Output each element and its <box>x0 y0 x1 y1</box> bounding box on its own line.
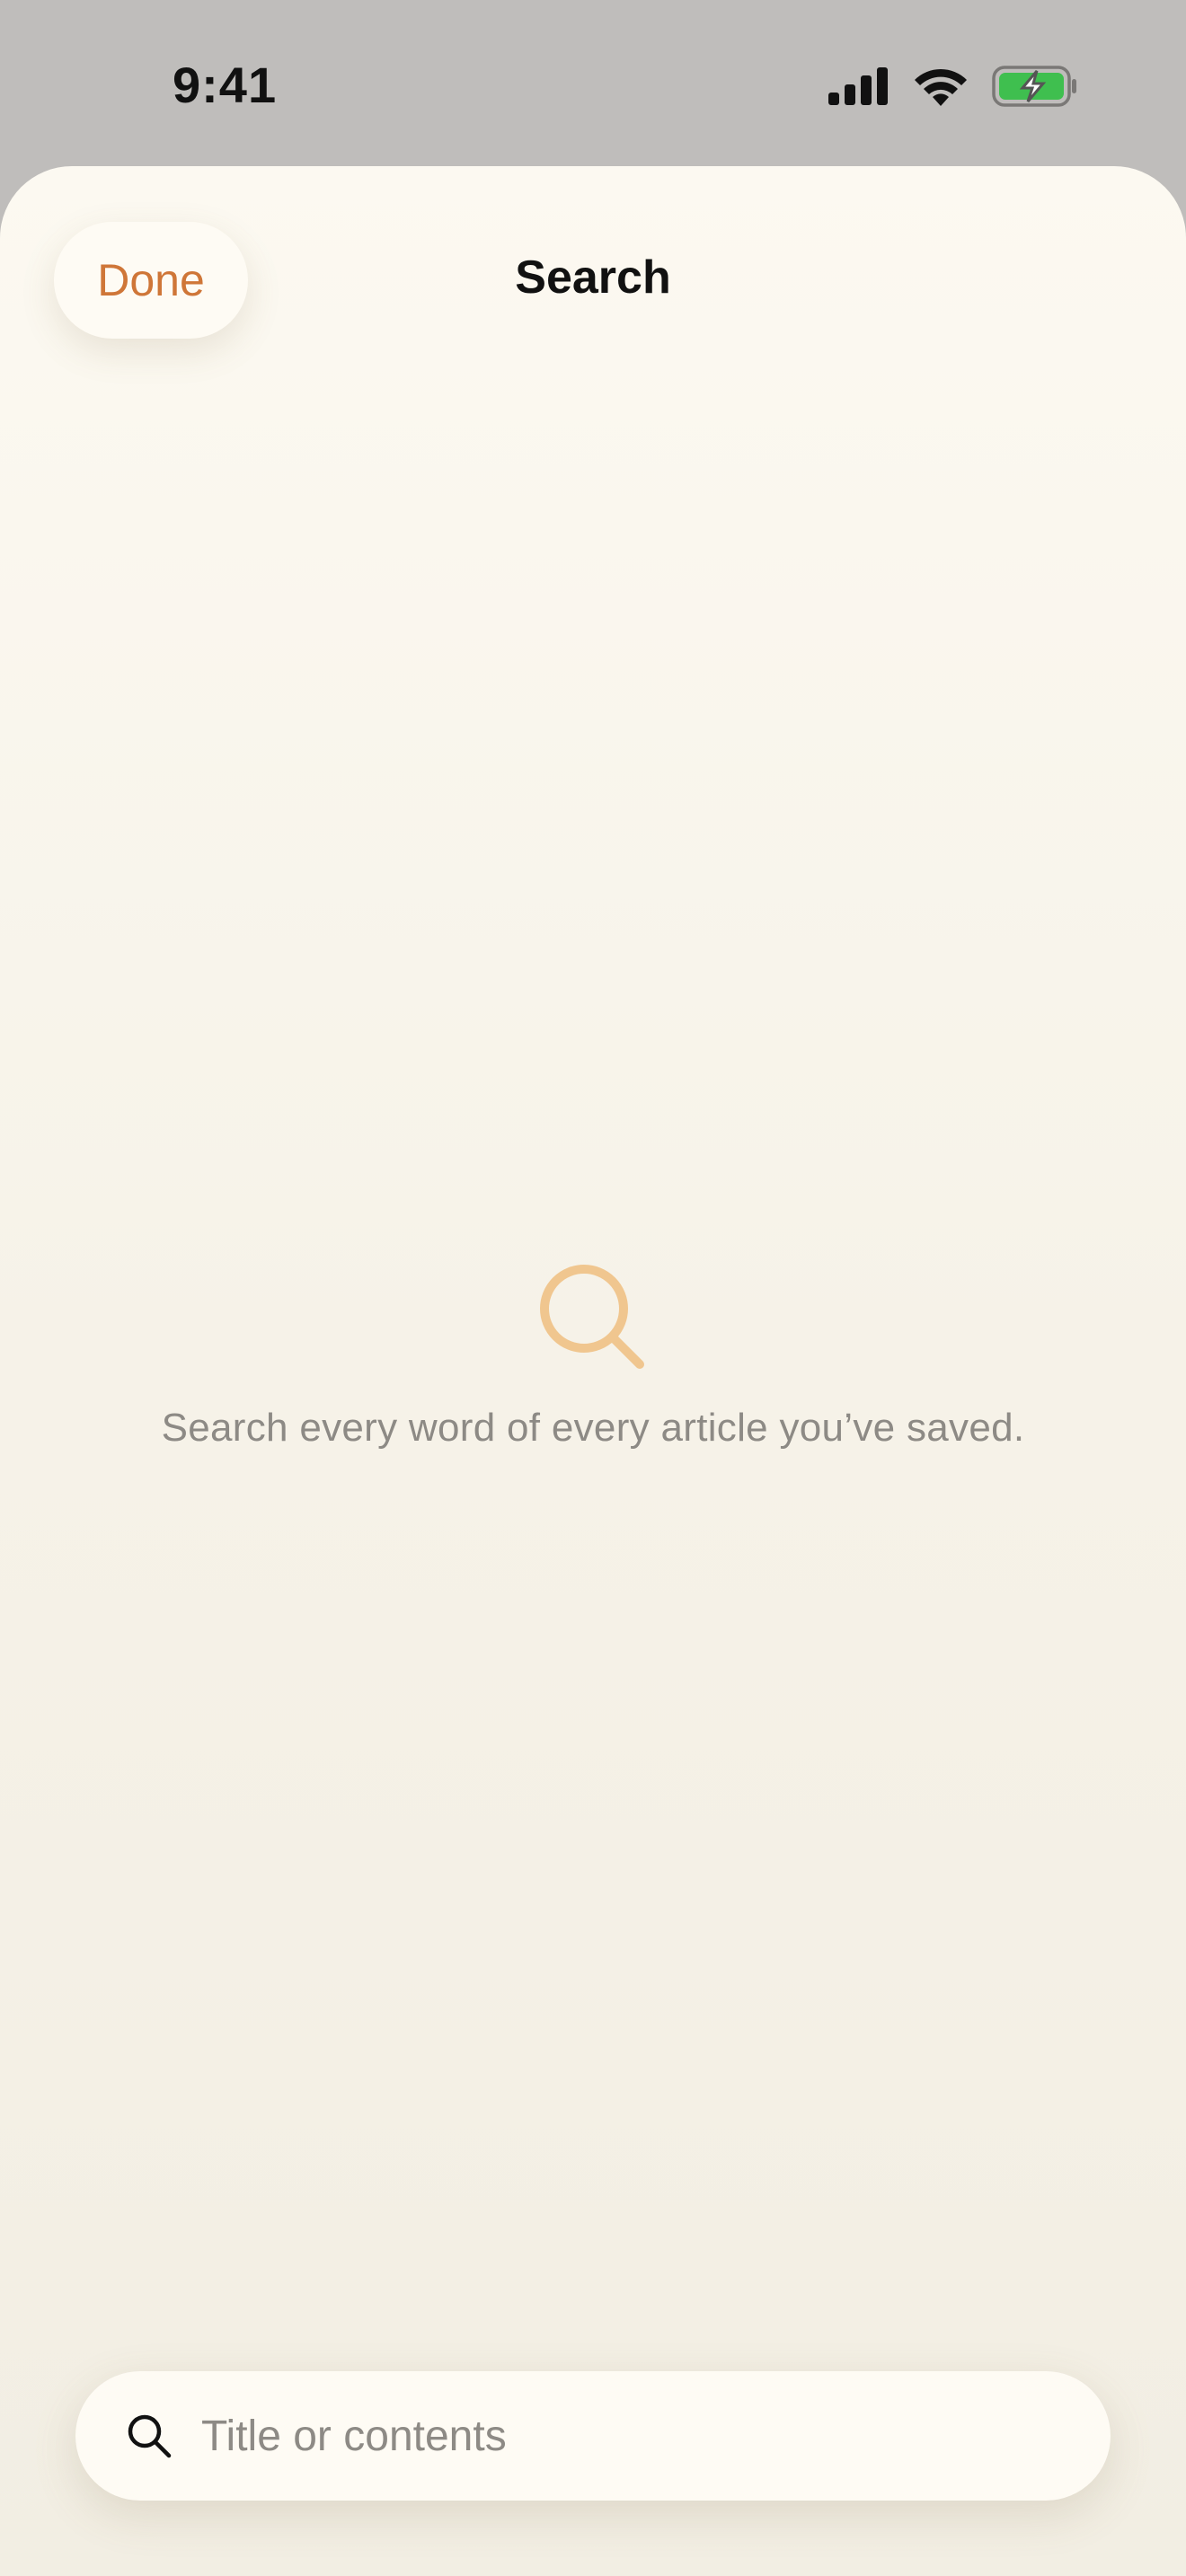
empty-state: Search every word of every article you’v… <box>0 1262 1186 1451</box>
status-time: 9:41 <box>173 57 278 113</box>
battery-charging-icon <box>992 66 1076 107</box>
search-input[interactable] <box>199 2410 1012 2462</box>
search-icon <box>128 2414 172 2458</box>
search-bar[interactable] <box>75 2371 1111 2501</box>
status-icons <box>828 63 1078 110</box>
search-icon <box>540 1265 644 1369</box>
status-bar: 9:41 <box>0 0 1186 166</box>
app-screen: 9:41 Done Search Search every word of ev… <box>0 0 1186 2576</box>
wifi-icon <box>915 68 967 106</box>
empty-state-message: Search every word of every article you’v… <box>161 1406 1025 1450</box>
signal-icon <box>828 67 888 105</box>
page-title: Search <box>515 251 671 304</box>
search-sheet: Done Search Search every word of every a… <box>0 166 1186 2576</box>
